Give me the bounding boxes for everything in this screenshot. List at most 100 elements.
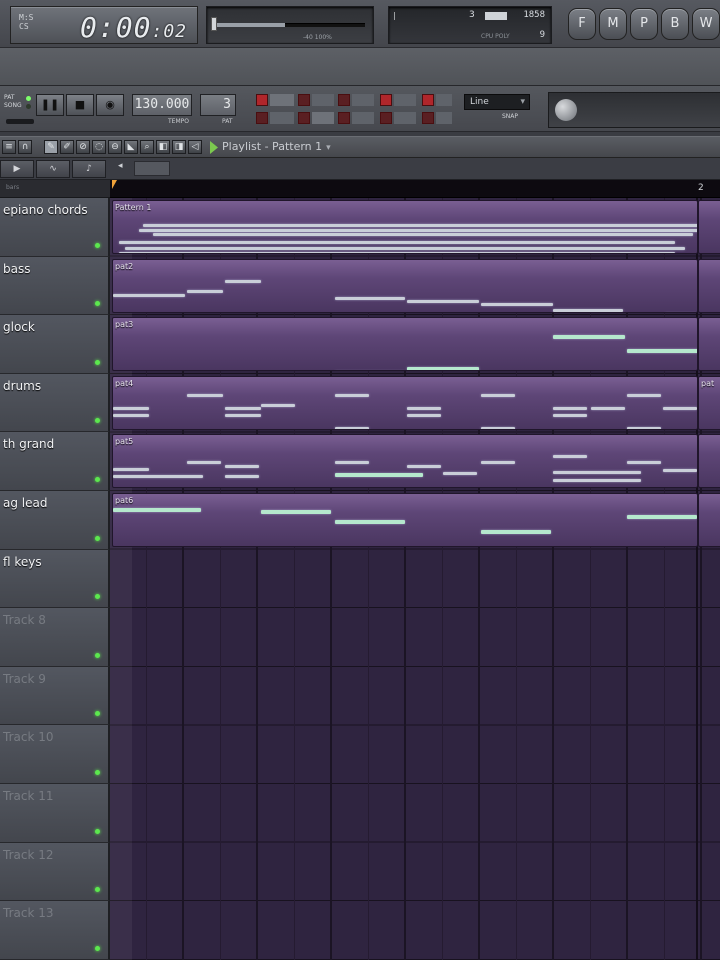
track-header[interactable]: Track 13 [0,901,110,960]
speaker-icon[interactable]: ◁ [188,140,202,154]
pattern-clip[interactable]: pat6 [112,493,698,547]
pattern-clip-continuation[interactable] [698,258,720,313]
multilink-toggle[interactable] [422,112,434,124]
track-header[interactable]: Track 9 [0,666,110,726]
stop-button[interactable]: ■ [66,94,94,116]
magnet-icon[interactable]: ∩ [18,140,32,154]
track-mute-led[interactable] [95,828,100,834]
note [125,247,685,250]
track-mute-led[interactable] [95,535,100,541]
pattern-clip[interactable]: Pattern 1 [112,200,698,254]
scroll-left-icon[interactable]: ◂ [118,161,123,171]
playlist-grid[interactable]: 2 Pattern 1 pat2 pat3 pat4 pat pat5 pat6 [110,180,720,960]
blend-toggle[interactable] [338,94,350,106]
track-header[interactable]: epiano chords [0,198,110,257]
timeline-ruler[interactable]: 2 [110,180,720,198]
note [663,469,697,473]
track-header[interactable]: th grand [0,432,110,491]
track-mute-led[interactable] [95,887,100,893]
main-pitch-knob[interactable] [555,99,577,121]
file-browser-button[interactable]: F [568,8,596,40]
metronome-toggle[interactable] [256,94,268,106]
menu-icon[interactable]: ≡ [2,140,16,154]
track-mute-led[interactable] [95,945,100,951]
note [335,426,369,429]
ruler-left-corner: bars [0,180,110,198]
automation-view-tab[interactable]: ∿ [36,160,70,178]
snap-select[interactable]: Line ▾ [464,94,530,110]
record-button[interactable]: ◉ [96,94,124,116]
typing-keyboard-toggle[interactable] [256,112,268,124]
mixer-button[interactable]: M [599,8,627,40]
top-panel: M:S CS 0:00:02 -40 100% | 3 1858 9 CPU P… [0,0,720,48]
track-mute-led[interactable] [95,301,100,307]
track-mute-led[interactable] [95,711,100,717]
pause-button[interactable]: ❚❚ [36,94,64,116]
pattern-clip-next[interactable]: pat [698,375,720,430]
pattern-number[interactable]: 3 [200,94,236,116]
track-header[interactable]: Track 10 [0,725,110,784]
pattern-clip-title: pat [701,378,715,388]
track-header[interactable]: Track 11 [0,784,110,843]
slice-tool-icon[interactable]: ⊖ [108,140,122,154]
delete-tool-icon[interactable]: ⊘ [76,140,90,154]
track-mute-led[interactable] [95,594,100,600]
playhead-marker[interactable] [112,180,122,189]
audio-view-tab[interactable]: ♪ [72,160,106,178]
time-display[interactable]: M:S CS 0:00:02 [10,6,198,44]
master-volume-knob[interactable] [211,17,217,31]
playback-tool-icon[interactable]: ◧ [156,140,170,154]
keyboard-toggle[interactable] [298,112,310,124]
playlist-arrow-icon[interactable] [210,141,218,154]
scroll-toggle[interactable] [422,94,434,106]
select-tool-icon[interactable]: ◣ [124,140,138,154]
note [187,393,223,397]
pattern-clip-continuation[interactable] [698,317,720,372]
piano-roll-button[interactable]: P [630,8,658,40]
pattern-clip[interactable]: pat3 [112,317,698,372]
browser-button[interactable]: B [661,8,689,40]
pattern-clip[interactable]: pat2 [112,258,698,313]
note [119,241,675,244]
pencil-tool-icon[interactable]: ✎ [44,140,58,154]
track-mute-led[interactable] [95,652,100,658]
track-mute-led[interactable] [95,242,100,248]
audio-tool-icon[interactable]: ◨ [172,140,186,154]
note [153,233,693,236]
track-header[interactable]: Track 8 [0,608,110,667]
pattern-view-tab[interactable]: ▶ [0,160,34,178]
track-mute-led[interactable] [95,418,100,424]
pattern-clip-continuation[interactable] [698,434,720,489]
track-mute-led[interactable] [95,359,100,365]
wait-toggle[interactable] [298,94,310,106]
zoom-tool-icon[interactable]: ⌕ [140,140,154,154]
track-header[interactable]: drums [0,373,110,433]
track-header[interactable]: Track 12 [0,842,110,902]
pattern-clip-continuation[interactable] [698,200,720,254]
track-header[interactable]: bass [0,256,110,316]
pat-led [26,96,31,101]
pattern-clip-continuation[interactable] [698,493,720,547]
playlist-title[interactable]: Playlist - Pattern 1 ▾ [222,140,331,153]
pattern-clip[interactable]: pat4 [112,375,698,430]
pattern-clip[interactable]: pat5 [112,434,698,489]
swing-slider[interactable] [6,119,34,124]
record-mode-toggle[interactable] [380,94,392,106]
wave-button[interactable]: W [692,8,720,40]
brush-tool-icon[interactable]: ✐ [60,140,74,154]
mute-tool-icon[interactable]: ◌ [92,140,106,154]
hint-panel [548,92,720,128]
track-mute-led[interactable] [95,769,100,775]
tempo-tap-toggle[interactable] [338,112,350,124]
horizontal-scroll-thumb[interactable] [134,161,170,176]
track-header[interactable]: fl keys [0,549,110,609]
track-header[interactable]: glock [0,315,110,374]
note [553,455,587,459]
ruler-bar-2: 2 [698,183,704,193]
pat-song-switch[interactable]: PAT SONG [4,94,22,110]
step-edit-toggle[interactable] [380,112,392,124]
track-header[interactable]: ag lead [0,491,110,550]
tempo-display[interactable]: 130.000 [132,94,192,116]
track-mute-led[interactable] [95,476,100,482]
note [481,393,515,397]
